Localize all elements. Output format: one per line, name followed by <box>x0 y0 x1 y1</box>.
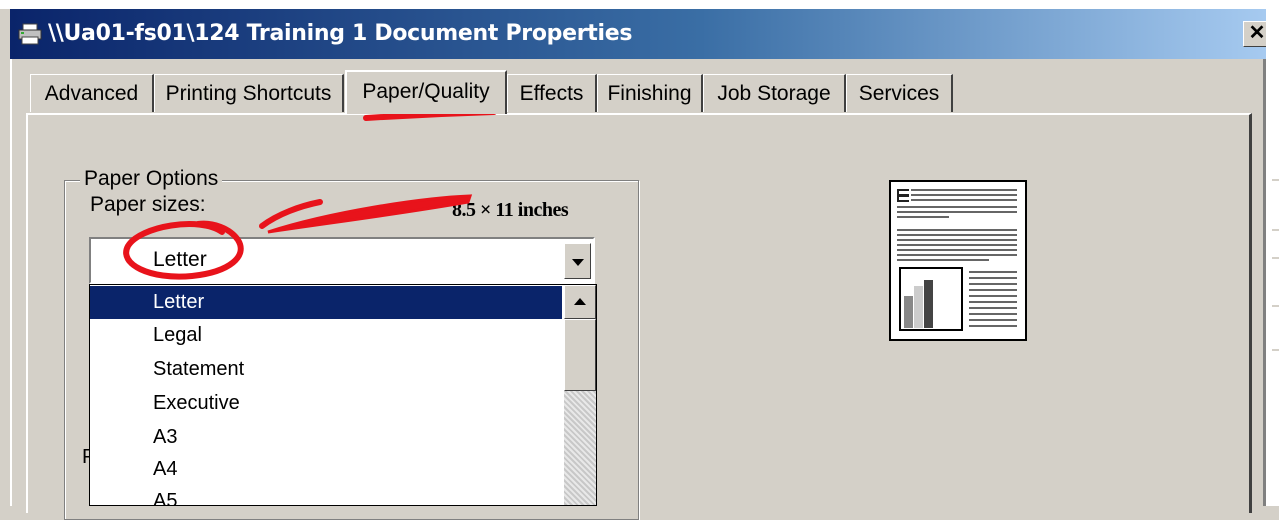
paper-options-label: Paper Options <box>80 167 223 191</box>
window-title: \\Ua01-fs01\124 Training 1 Document Prop… <box>48 21 633 46</box>
list-item-label: Letter <box>153 291 205 313</box>
paper-sizes-label: Paper sizes: <box>90 193 206 216</box>
scroll-up-arrow-icon <box>574 298 586 305</box>
printer-icon <box>18 23 42 45</box>
chevron-down-icon <box>572 259 584 266</box>
document-preview-icon <box>889 180 1027 341</box>
tab-services[interactable]: Services <box>846 74 953 112</box>
tab-label: Job Storage <box>717 82 831 105</box>
tab-effects[interactable]: Effects <box>507 74 597 112</box>
list-item[interactable]: Statement <box>90 353 562 386</box>
window-frame-left <box>10 59 12 506</box>
scroll-up-button[interactable] <box>564 285 596 319</box>
tab-label: Printing Shortcuts <box>165 82 332 105</box>
list-item-label: Statement <box>153 358 245 380</box>
list-item[interactable]: Legal <box>90 319 562 352</box>
list-item-label: Executive <box>153 392 240 414</box>
tab-finishing[interactable]: Finishing <box>597 74 703 112</box>
paper-size-list[interactable]: Letter Legal Statement Executive A3 A4 A… <box>89 284 597 506</box>
list-item[interactable]: A3 <box>90 421 562 454</box>
list-item-label: A3 <box>153 426 178 448</box>
close-icon: ✕ <box>1248 22 1266 44</box>
tab-label: Advanced <box>44 82 139 105</box>
tab-label: Finishing <box>607 82 692 105</box>
list-item-label: Legal <box>153 324 202 346</box>
list-item[interactable]: A5 <box>90 485 562 506</box>
list-item-label: A5 <box>153 490 178 506</box>
list-item[interactable]: Executive <box>90 387 562 420</box>
title-bar[interactable]: \\Ua01-fs01\124 Training 1 Document Prop… <box>10 9 1271 59</box>
tab-job-storage[interactable]: Job Storage <box>703 74 846 112</box>
tab-label: Effects <box>519 82 584 105</box>
paper-size-select[interactable]: Letter <box>89 237 595 284</box>
tab-paper-quality[interactable]: Paper/Quality <box>345 70 507 114</box>
list-item[interactable]: A4 <box>90 453 562 486</box>
scroll-thumb[interactable] <box>564 319 596 391</box>
list-item[interactable]: Letter <box>90 286 562 319</box>
background-edge <box>1266 9 1279 506</box>
vertical-scrollbar[interactable] <box>564 285 596 505</box>
paper-size-value: Letter <box>153 248 207 271</box>
tab-label: Services <box>858 82 940 105</box>
tab-label: Paper/Quality <box>362 80 490 103</box>
top-strip <box>0 0 1279 9</box>
paper-dimensions: 8.5 × 11 inches <box>452 199 569 221</box>
dropdown-button[interactable] <box>564 243 591 279</box>
list-item-label: A4 <box>153 458 178 480</box>
tab-advanced[interactable]: Advanced <box>30 74 154 112</box>
tab-printing-shortcuts[interactable]: Printing Shortcuts <box>154 74 344 112</box>
